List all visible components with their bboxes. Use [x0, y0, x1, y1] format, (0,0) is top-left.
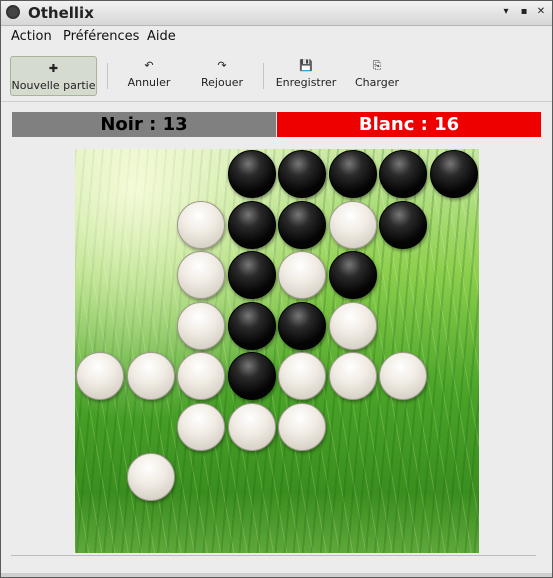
new-game-button[interactable]: ✚ Nouvelle partie	[10, 56, 97, 96]
black-score: Noir : 13	[12, 112, 276, 137]
menu-bar: Action Préférences Aide	[1, 26, 552, 48]
board-square[interactable]	[277, 452, 327, 502]
game-board[interactable]	[75, 149, 479, 553]
white-piece	[177, 403, 225, 451]
board-square[interactable]	[126, 503, 176, 553]
board-square[interactable]	[176, 452, 226, 502]
white-piece	[329, 201, 377, 249]
load-icon: ⎘	[372, 59, 382, 72]
white-piece	[228, 403, 276, 451]
black-piece	[278, 302, 326, 350]
board-square[interactable]	[75, 250, 125, 300]
board-square[interactable]	[429, 503, 479, 553]
black-piece	[430, 150, 478, 198]
board-square[interactable]	[75, 402, 125, 452]
board-square[interactable]	[126, 402, 176, 452]
board-square[interactable]	[75, 149, 125, 199]
undo-label: Annuler	[127, 76, 171, 89]
board-square[interactable]	[328, 452, 378, 502]
board-square[interactable]	[429, 351, 479, 401]
board-square[interactable]	[429, 402, 479, 452]
white-piece	[278, 403, 326, 451]
app-icon	[6, 5, 20, 19]
board-square[interactable]	[429, 452, 479, 502]
board-square[interactable]	[328, 402, 378, 452]
board-square[interactable]	[126, 149, 176, 199]
window-bottom-border	[1, 573, 552, 577]
board-square[interactable]	[126, 250, 176, 300]
load-button[interactable]: ⎘ Charger	[351, 56, 403, 96]
board-square[interactable]	[176, 503, 226, 553]
redo-button[interactable]: ↷ Rejouer	[196, 56, 248, 96]
black-piece	[379, 150, 427, 198]
black-piece	[228, 251, 276, 299]
white-piece	[177, 352, 225, 400]
undo-button[interactable]: ↶ Annuler	[123, 56, 175, 96]
toolbar-separator	[263, 63, 264, 89]
black-piece	[329, 251, 377, 299]
board-square[interactable]	[378, 250, 428, 300]
redo-icon: ↷	[217, 59, 227, 72]
board-square[interactable]	[429, 200, 479, 250]
menu-action[interactable]: Action	[11, 29, 52, 44]
board-square[interactable]	[378, 402, 428, 452]
black-piece	[228, 201, 276, 249]
board-square[interactable]	[429, 250, 479, 300]
new-game-label: Nouvelle partie	[11, 79, 96, 92]
black-piece	[329, 150, 377, 198]
white-piece	[329, 352, 377, 400]
app-window: Othellix ▾ ▪ ✕ Action Préférences Aide ✚…	[0, 0, 553, 578]
floppy-disk-icon: 💾	[299, 59, 313, 72]
board-square[interactable]	[227, 503, 277, 553]
black-piece	[278, 150, 326, 198]
black-piece	[228, 352, 276, 400]
board-square[interactable]	[277, 503, 327, 553]
load-label: Charger	[355, 76, 399, 89]
board-square[interactable]	[126, 301, 176, 351]
white-piece	[278, 251, 326, 299]
save-button[interactable]: 💾 Enregistrer	[271, 56, 341, 96]
board-square[interactable]	[227, 452, 277, 502]
black-piece	[228, 302, 276, 350]
board-square[interactable]	[378, 301, 428, 351]
white-score: Blanc : 16	[277, 112, 541, 137]
black-piece	[278, 201, 326, 249]
white-piece	[278, 352, 326, 400]
board-square[interactable]	[75, 452, 125, 502]
white-piece	[379, 352, 427, 400]
board-square[interactable]	[328, 503, 378, 553]
white-piece	[177, 302, 225, 350]
menu-preferences[interactable]: Préférences	[63, 29, 139, 44]
status-bar	[11, 555, 536, 556]
board-square[interactable]	[176, 149, 226, 199]
toolbar-separator	[107, 63, 108, 89]
board-square[interactable]	[75, 301, 125, 351]
save-label: Enregistrer	[275, 76, 337, 89]
board-square[interactable]	[75, 503, 125, 553]
maximize-icon[interactable]: ▪	[517, 5, 531, 19]
white-piece	[127, 453, 175, 501]
plus-icon: ✚	[48, 62, 59, 75]
board-square[interactable]	[378, 452, 428, 502]
black-piece	[379, 201, 427, 249]
white-piece	[127, 352, 175, 400]
black-piece	[228, 150, 276, 198]
window-title: Othellix	[28, 4, 94, 22]
minimize-icon[interactable]: ▾	[499, 5, 513, 19]
white-piece	[177, 251, 225, 299]
menu-help[interactable]: Aide	[147, 29, 176, 44]
board-square[interactable]	[378, 503, 428, 553]
white-piece	[76, 352, 124, 400]
undo-icon: ↶	[144, 59, 154, 72]
white-piece	[329, 302, 377, 350]
redo-label: Rejouer	[201, 76, 243, 89]
title-bar: Othellix ▾ ▪ ✕	[1, 1, 552, 26]
board-square[interactable]	[126, 200, 176, 250]
white-piece	[177, 201, 225, 249]
board-square[interactable]	[429, 301, 479, 351]
board-square[interactable]	[75, 200, 125, 250]
toolbar: ✚ Nouvelle partie ↶ Annuler ↷ Rejouer 💾 …	[1, 51, 552, 102]
close-icon[interactable]: ✕	[534, 5, 548, 19]
